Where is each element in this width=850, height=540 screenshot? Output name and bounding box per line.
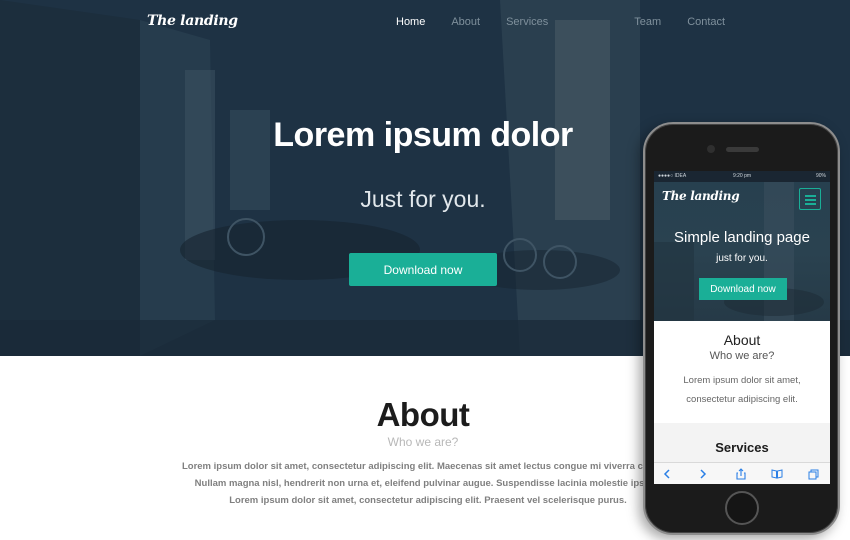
tabs-icon[interactable] bbox=[806, 467, 820, 481]
nav-link-contact[interactable]: Contact bbox=[687, 16, 725, 28]
top-navbar: The landing Home About Services Team Con… bbox=[0, 0, 850, 46]
nav-links: Home About Services Team Contact bbox=[396, 16, 751, 28]
mobile-about-line: consectetur adipiscing elit. bbox=[686, 394, 798, 405]
status-battery: 90% bbox=[815, 173, 826, 179]
mobile-about-title: About bbox=[723, 332, 761, 348]
phone-speaker bbox=[726, 147, 759, 152]
share-icon[interactable] bbox=[734, 467, 748, 481]
nav-link-home[interactable]: Home bbox=[396, 16, 425, 28]
mobile-logo[interactable]: The landing bbox=[662, 189, 740, 203]
mobile-hero-title: Simple landing page bbox=[674, 229, 810, 246]
forward-icon[interactable] bbox=[696, 467, 710, 481]
back-icon[interactable] bbox=[660, 467, 674, 481]
site-logo[interactable]: The landing bbox=[147, 13, 238, 29]
phone-camera bbox=[707, 145, 715, 153]
phone-mockup: ●●●●○ IDEA 9:20 pm 90% The landing Simpl… bbox=[643, 122, 840, 535]
mobile-about-subtitle: Who we are? bbox=[709, 350, 775, 362]
mobile-hero: The landing Simple landing page just for… bbox=[654, 182, 830, 321]
status-time: 9:20 pm bbox=[732, 173, 752, 179]
mobile-about-line: Lorem ipsum dolor sit amet, bbox=[683, 375, 801, 386]
safari-toolbar bbox=[654, 462, 830, 484]
phone-home-button[interactable] bbox=[725, 491, 759, 525]
mobile-services-title: Services bbox=[715, 440, 769, 455]
bookmarks-icon[interactable] bbox=[770, 467, 784, 481]
mobile-status-bar: ●●●●○ IDEA 9:20 pm 90% bbox=[654, 171, 830, 182]
hamburger-menu-icon[interactable] bbox=[799, 188, 821, 210]
nav-link-team[interactable]: Team bbox=[634, 16, 661, 28]
mobile-about-paragraph: Lorem ipsum dolor sit amet, consectetur … bbox=[654, 371, 830, 409]
download-now-button[interactable]: Download now bbox=[349, 253, 497, 286]
nav-link-about[interactable]: About bbox=[451, 16, 480, 28]
phone-screen: ●●●●○ IDEA 9:20 pm 90% The landing Simpl… bbox=[654, 171, 830, 484]
mobile-download-button[interactable]: Download now bbox=[699, 278, 787, 300]
nav-link-services[interactable]: Services bbox=[506, 16, 548, 28]
mobile-hero-subtitle: just for you. bbox=[716, 253, 768, 264]
